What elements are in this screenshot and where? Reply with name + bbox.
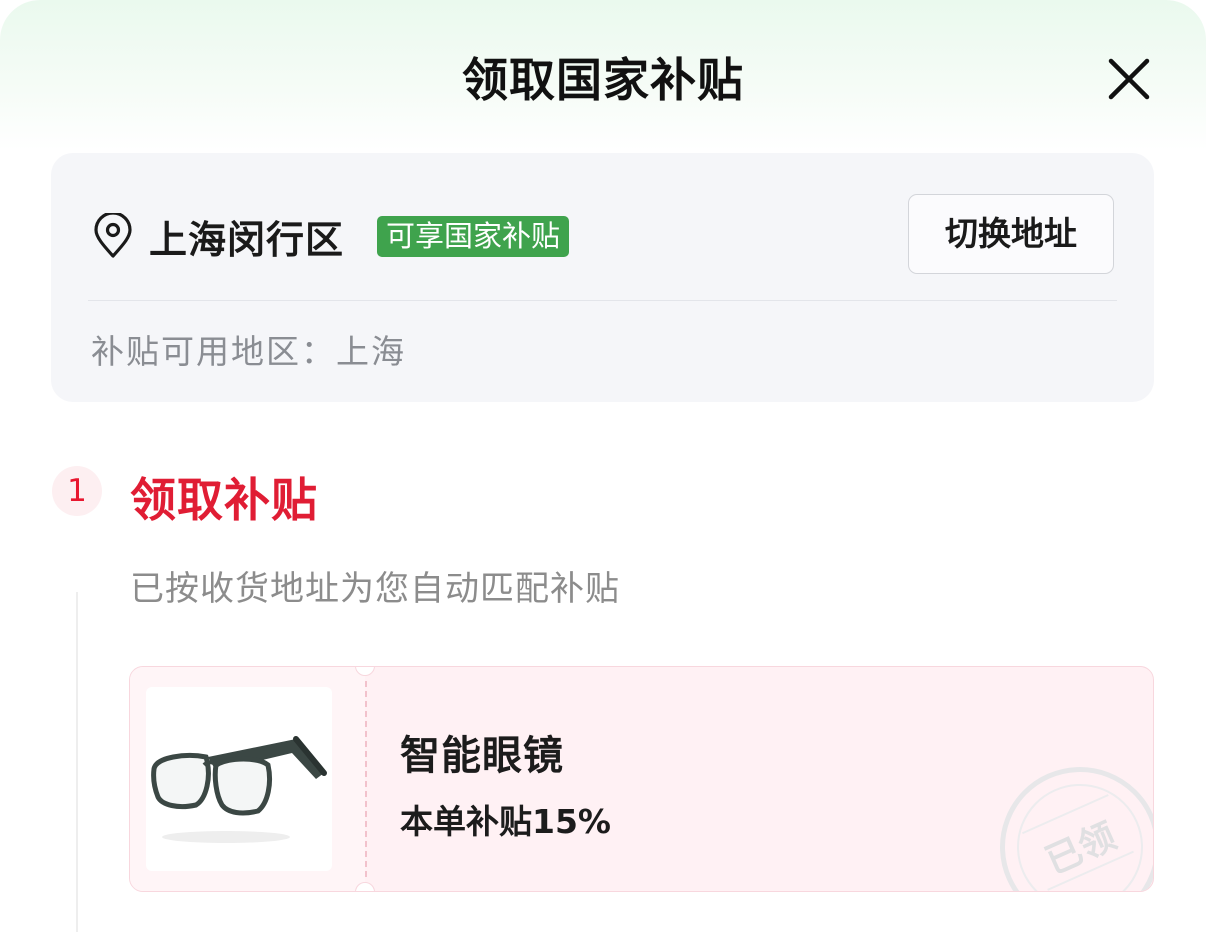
subsidy-coupon: 智能眼镜 本单补贴15% 已领: [129, 666, 1154, 892]
product-image: [146, 687, 332, 871]
claimed-stamp: 已领: [974, 741, 1153, 891]
switch-address-button[interactable]: 切换地址: [908, 194, 1114, 274]
address-name: 上海闵行区: [149, 218, 345, 262]
smart-glasses-icon: [151, 736, 327, 843]
location-pin-icon: [94, 213, 132, 258]
coupon-notch-bottom: [355, 882, 375, 891]
subsidy-rate: 本单补贴15%: [400, 802, 611, 841]
available-region-text: 补贴可用地区：上海: [91, 332, 406, 371]
address-card: 上海闵行区 可享国家补贴 切换地址 补贴可用地区：上海: [51, 153, 1154, 402]
coupon-dashed-divider: [365, 681, 367, 877]
close-button[interactable]: [1104, 54, 1154, 104]
step-number: 1: [52, 466, 102, 516]
subsidy-eligible-badge: 可享国家补贴: [377, 216, 570, 257]
subsidy-sheet: 领取国家补贴 上海闵行区 可享国家补贴 切换地址 补贴可用地区：上海 1 领取补…: [0, 0, 1206, 932]
close-icon: [1108, 58, 1150, 100]
step-description: 已按收货地址为您自动匹配补贴: [130, 569, 620, 609]
sheet-title: 领取国家补贴: [462, 53, 744, 107]
divider: [88, 300, 1117, 301]
step-connector-line: [76, 592, 78, 932]
product-name: 智能眼镜: [400, 733, 564, 779]
coupon-image-area: [130, 667, 365, 891]
step-title: 领取补贴: [130, 473, 318, 527]
